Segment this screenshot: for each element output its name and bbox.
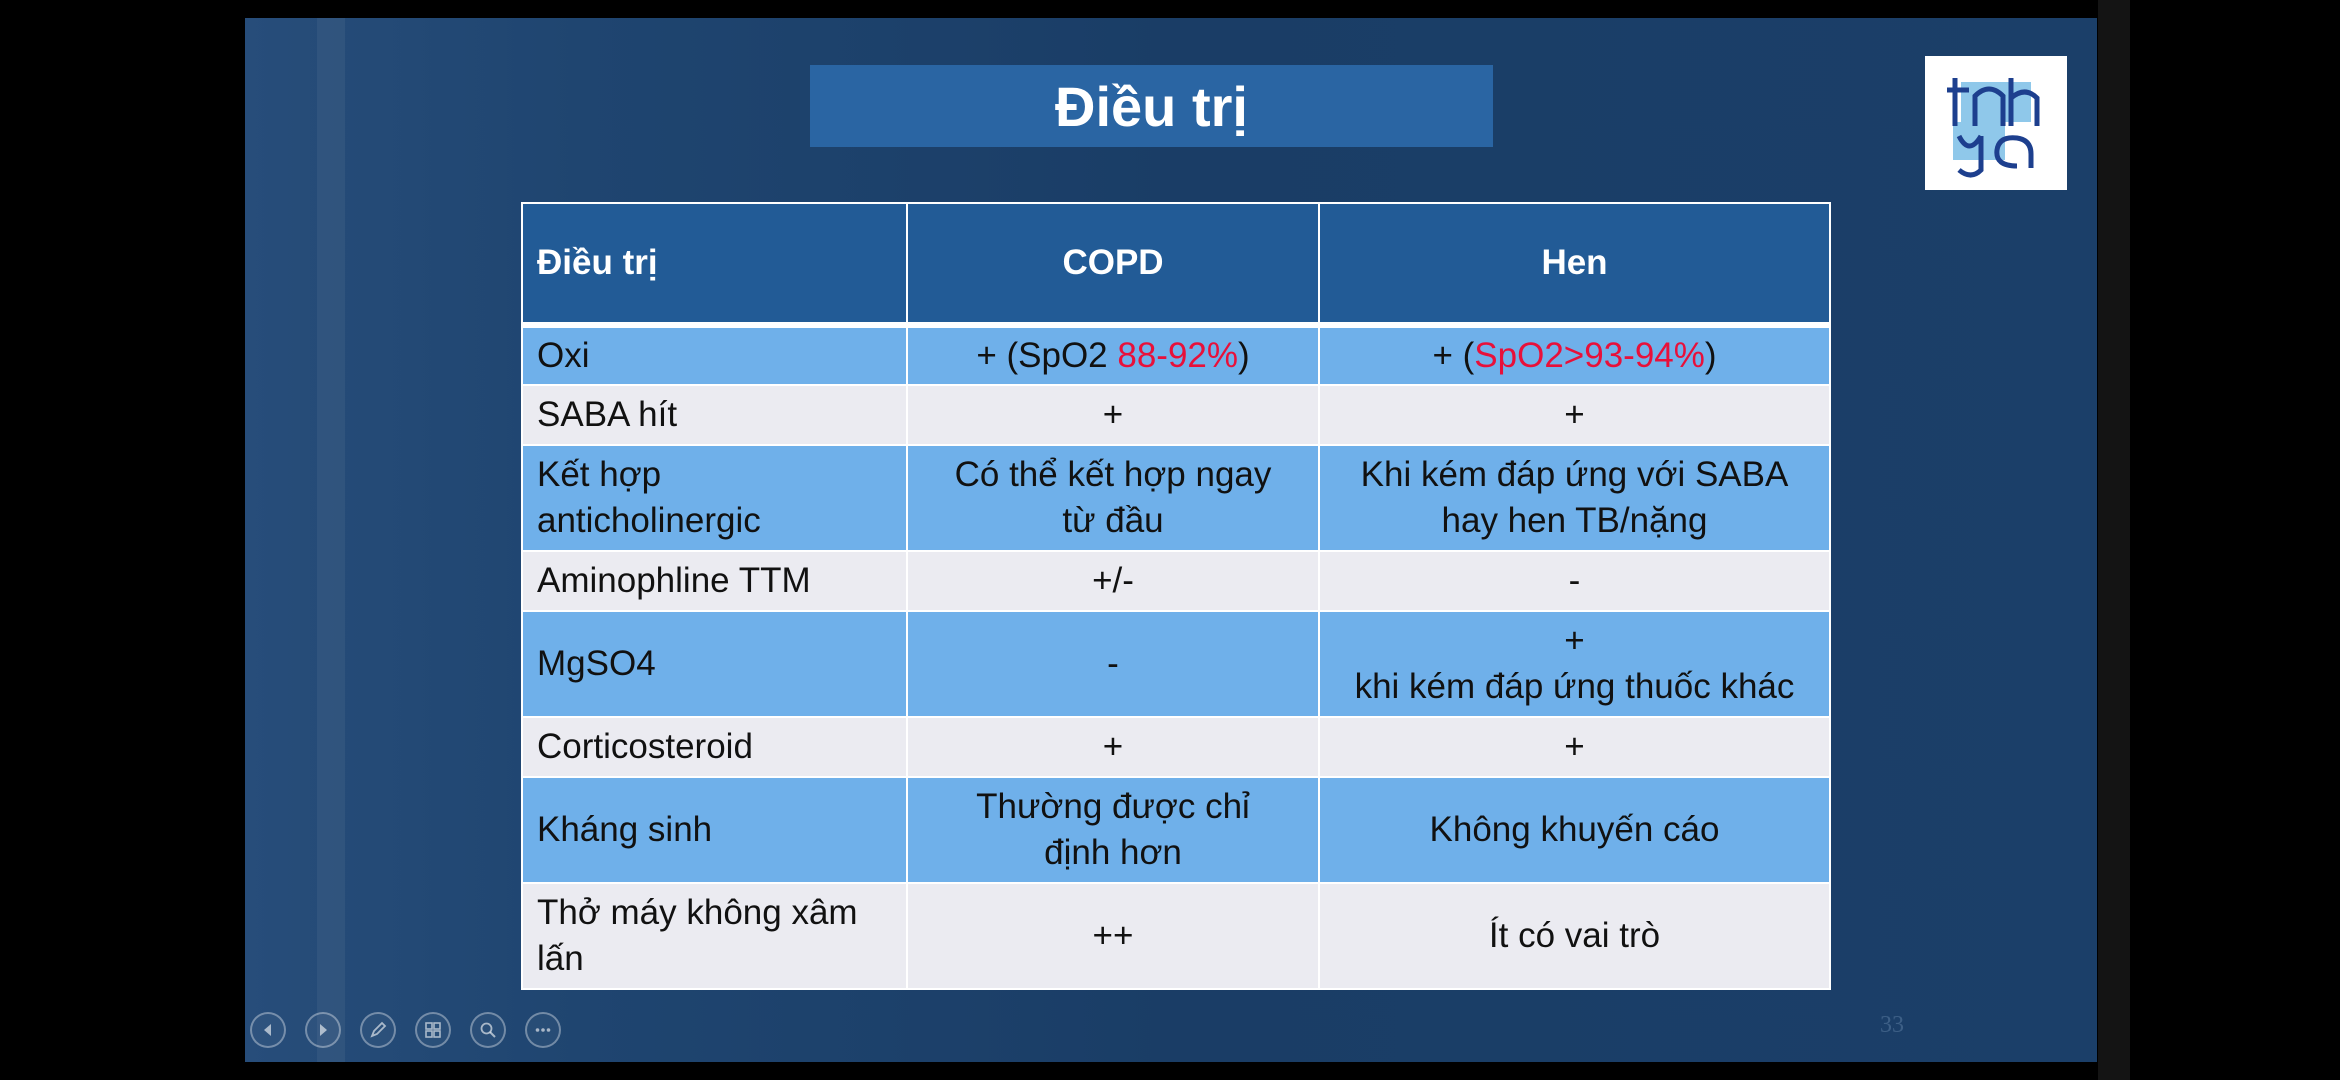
copd-cell: ++ — [906, 882, 1320, 990]
copd-cell: + (SpO2 88-92%) — [906, 324, 1320, 386]
cell-text: ) — [1704, 336, 1717, 375]
header-hen: Hen — [1318, 202, 1831, 326]
hen-cell: + (SpO2>93-94%) — [1318, 324, 1831, 386]
highlight-text: 88-92% — [1117, 336, 1239, 375]
logo-mark-icon — [1947, 78, 2040, 178]
row-label: Oxi — [521, 324, 908, 386]
pen-tool-button[interactable] — [360, 1012, 396, 1048]
slides-grid-icon — [425, 1022, 441, 1038]
hen-cell: + — [1318, 384, 1831, 446]
copd-cell: - — [906, 610, 1320, 718]
row-label: SABA hít — [521, 384, 908, 446]
hen-cell: - — [1318, 550, 1831, 612]
table-row: Corticosteroid + + — [521, 716, 1831, 778]
row-label: Aminophline TTM — [521, 550, 908, 612]
slide-title: Điều trị — [810, 65, 1493, 147]
hen-cell: + — [1318, 716, 1831, 778]
cell-line: khi kém đáp ứng thuốc khác — [1354, 667, 1795, 706]
table-header-row: Điều trị COPD Hen — [521, 202, 1831, 326]
more-options-button[interactable] — [525, 1012, 561, 1048]
header-copd: COPD — [906, 202, 1320, 326]
row-label: Thở máy không xâm lấn — [521, 882, 908, 990]
table-row: Thở máy không xâm lấn ++ Ít có vai trò — [521, 882, 1831, 990]
more-icon — [535, 1028, 551, 1032]
copd-cell: Thường được chỉ định hơn — [906, 776, 1320, 884]
slide-decor-band — [317, 18, 345, 1062]
next-icon — [320, 1024, 327, 1036]
treatment-comparison-table: Điều trị COPD Hen Oxi + (SpO2 88-92%) + … — [521, 202, 1831, 990]
hospital-logo — [1925, 56, 2067, 190]
see-all-slides-button[interactable] — [415, 1012, 451, 1048]
cell-line: + — [1564, 621, 1585, 660]
copd-cell: +/- — [906, 550, 1320, 612]
copd-cell: + — [906, 716, 1320, 778]
next-slide-button[interactable] — [305, 1012, 341, 1048]
row-label: MgSO4 — [521, 610, 908, 718]
window-edge — [2098, 0, 2130, 1080]
slide-title-text: Điều trị — [1055, 74, 1248, 138]
table-row: MgSO4 - + khi kém đáp ứng thuốc khác — [521, 610, 1831, 718]
label-line: Thở máy không xâm — [537, 893, 858, 932]
slide-page-number: 33 — [1880, 1012, 1904, 1038]
cell-line: Thường được chỉ — [976, 787, 1250, 826]
header-treatment: Điều trị — [521, 202, 908, 326]
cell-line: Có thể kết hợp ngay — [954, 455, 1272, 494]
hen-cell: + khi kém đáp ứng thuốc khác — [1318, 610, 1831, 718]
label-line: Kết hợp — [537, 455, 662, 494]
highlight-text: SpO2>93-94% — [1474, 336, 1705, 375]
zoom-icon — [480, 1022, 496, 1038]
cell-line: Khi kém đáp ứng với SABA — [1360, 455, 1789, 494]
copd-cell: + — [906, 384, 1320, 446]
table-row: Oxi + (SpO2 88-92%) + (SpO2>93-94%) — [521, 324, 1831, 386]
zoom-button[interactable] — [470, 1012, 506, 1048]
cell-text: ) — [1238, 336, 1250, 375]
row-label: Kết hợp anticholinergic — [521, 444, 908, 552]
cell-line: từ đầu — [1062, 501, 1164, 540]
cell-text: + (SpO2 — [976, 336, 1118, 375]
cell-text: + ( — [1432, 336, 1475, 375]
label-line: anticholinergic — [537, 501, 761, 540]
cell-line: định hơn — [1044, 833, 1182, 872]
label-line: lấn — [537, 939, 584, 978]
pen-icon — [370, 1021, 387, 1038]
cell-line: hay hen TB/nặng — [1441, 501, 1708, 540]
table-row: Kháng sinh Thường được chỉ định hơn Không… — [521, 776, 1831, 884]
hen-cell: Không khuyến cáo — [1318, 776, 1831, 884]
copd-cell: Có thể kết hợp ngay từ đầu — [906, 444, 1320, 552]
previous-icon — [264, 1024, 271, 1036]
slideshow-toolbar — [250, 1012, 561, 1050]
previous-slide-button[interactable] — [250, 1012, 286, 1048]
row-label: Corticosteroid — [521, 716, 908, 778]
table-row: Aminophline TTM +/- - — [521, 550, 1831, 612]
table-row: Kết hợp anticholinergic Có thể kết hợp ng… — [521, 444, 1831, 552]
hen-cell: Khi kém đáp ứng với SABA hay hen TB/nặng — [1318, 444, 1831, 552]
table-row: SABA hít + + — [521, 384, 1831, 446]
row-label: Kháng sinh — [521, 776, 908, 884]
hen-cell: Ít có vai trò — [1318, 882, 1831, 990]
